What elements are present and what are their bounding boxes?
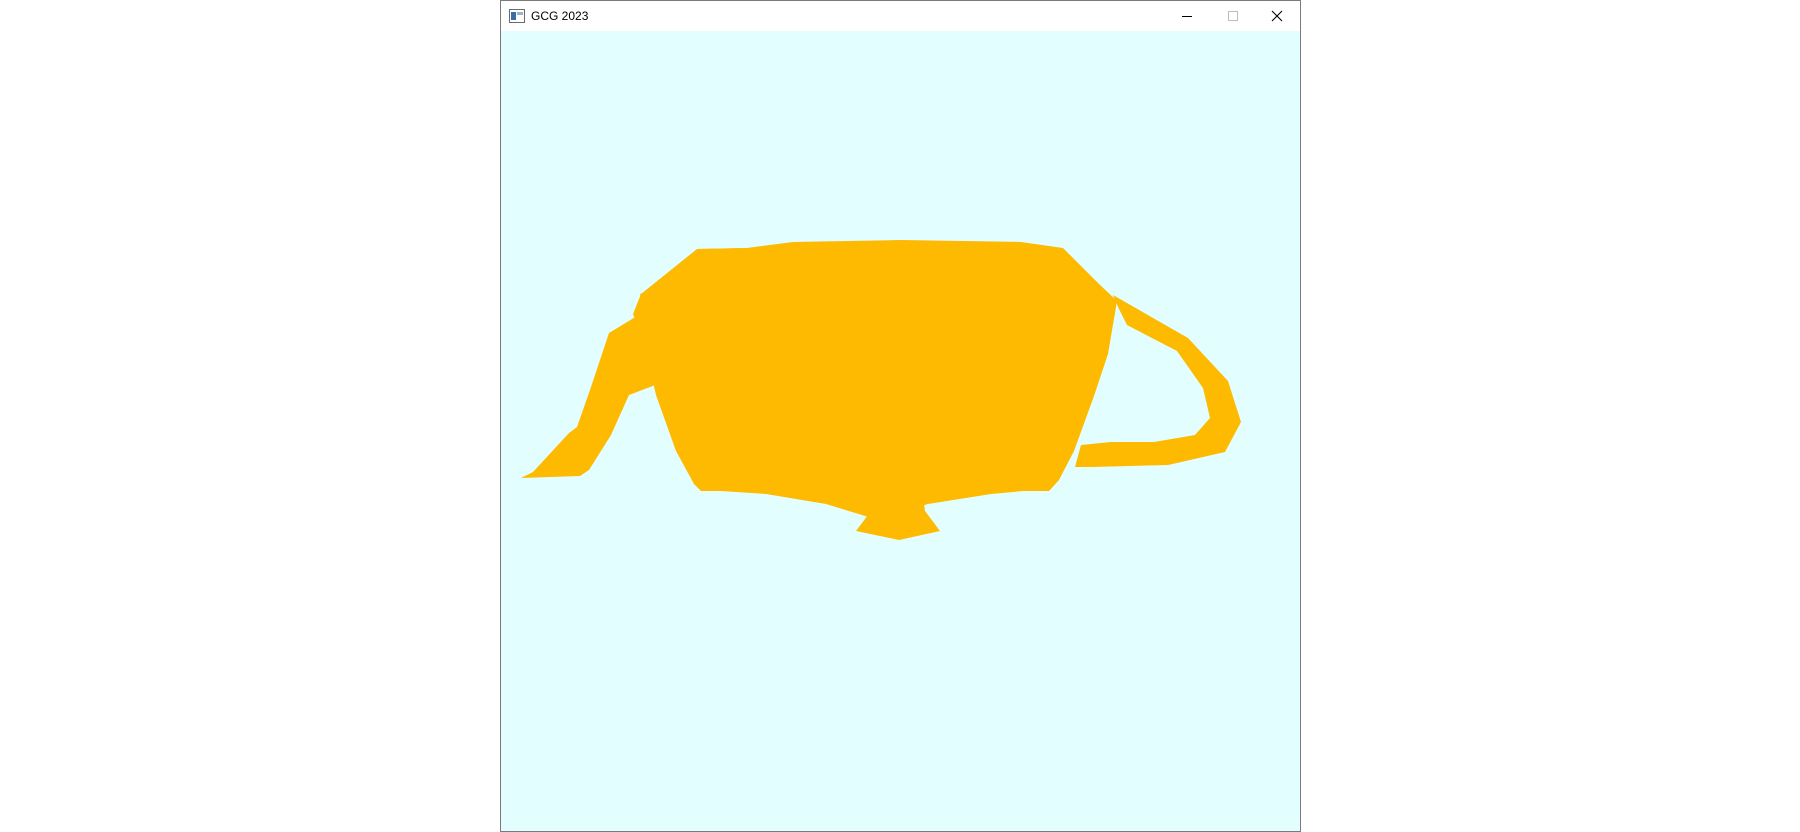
window-title: GCG 2023 bbox=[531, 9, 589, 23]
close-button[interactable] bbox=[1254, 1, 1300, 31]
teapot-rendering bbox=[521, 240, 1241, 540]
maximize-button[interactable] bbox=[1210, 1, 1256, 31]
minimize-button[interactable] bbox=[1164, 1, 1210, 31]
app-window: GCG 2023 bbox=[500, 0, 1301, 832]
render-canvas[interactable] bbox=[501, 31, 1300, 831]
app-icon bbox=[509, 9, 525, 23]
minimize-icon bbox=[1182, 16, 1192, 17]
teapot-spout bbox=[521, 293, 671, 478]
teapot-body bbox=[633, 240, 1117, 519]
maximize-icon bbox=[1228, 11, 1238, 21]
title-bar[interactable]: GCG 2023 bbox=[501, 1, 1300, 31]
teapot-silhouette bbox=[521, 240, 1241, 540]
close-icon bbox=[1271, 10, 1283, 22]
